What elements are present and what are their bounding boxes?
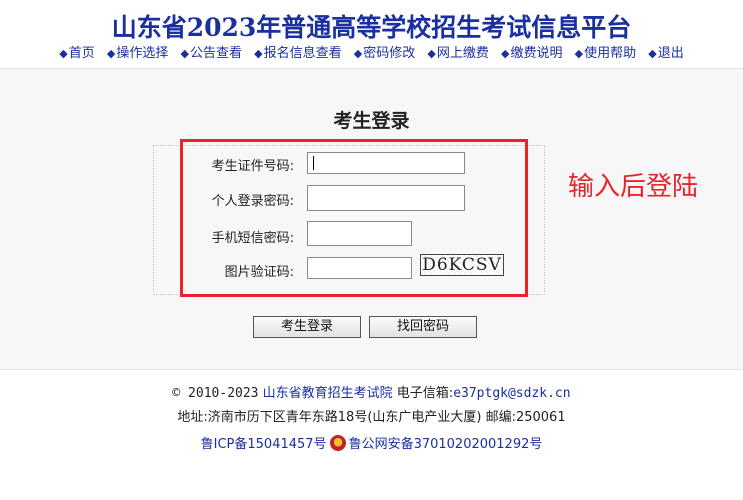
org-link[interactable]: 山东省教育招生考试院 xyxy=(263,386,393,401)
diamond-bullet-icon: ◆ xyxy=(574,47,584,60)
diamond-bullet-icon: ◆ xyxy=(501,47,510,60)
login-heading: 考生登录 xyxy=(333,110,410,132)
footer-registration-line: 鲁ICP备15041457号 鲁公网安备37010202001292号 xyxy=(0,433,743,452)
email-link[interactable]: e37ptgk@sdzk.cn xyxy=(453,386,570,401)
nav-home[interactable]: ◆首页 xyxy=(59,42,94,61)
nav-label: 操作选择 xyxy=(116,46,169,61)
footer-copyright-line: © 2010-2023 山东省教育招生考试院 电子信箱:e37ptgk@sdzk… xyxy=(0,382,743,401)
nav-label: 使用帮助 xyxy=(584,46,637,61)
nav-announcements[interactable]: ◆公告查看 xyxy=(181,42,242,61)
nav-label: 退出 xyxy=(657,46,684,61)
nav-logout[interactable]: ◆退出 xyxy=(648,42,683,61)
nav-label: 首页 xyxy=(68,46,95,61)
diamond-bullet-icon: ◆ xyxy=(648,47,657,60)
recover-password-button[interactable]: 找回密码 xyxy=(369,316,477,338)
sms-code-input[interactable] xyxy=(307,221,412,246)
diamond-bullet-icon: ◆ xyxy=(254,47,263,60)
footer-address: 地址:济南市历下区青年东路18号(山东广电产业大厦) 邮编:250061 xyxy=(177,410,566,425)
sms-code-label: 手机短信密码: xyxy=(211,231,294,246)
diamond-bullet-icon: ◆ xyxy=(59,47,68,60)
text-cursor xyxy=(313,156,314,170)
password-label: 个人登录密码: xyxy=(211,194,294,209)
nav-operation-select[interactable]: ◆操作选择 xyxy=(107,42,168,61)
nav-online-payment[interactable]: ◆网上缴费 xyxy=(427,42,488,61)
password-input[interactable] xyxy=(307,185,465,211)
diamond-bullet-icon: ◆ xyxy=(353,47,363,60)
nav-label: 网上缴费 xyxy=(436,46,489,61)
main-nav: ◆首页 ◆操作选择 ◆公告查看 ◆报名信息查看 ◆密码修改 ◆网上缴费 ◆缴费说… xyxy=(0,42,743,61)
diamond-bullet-icon: ◆ xyxy=(180,47,189,60)
nav-payment-guide[interactable]: ◆缴费说明 xyxy=(501,42,562,61)
id-number-input[interactable] xyxy=(307,152,465,174)
police-record-link[interactable]: 鲁公网安备37010202001292号 xyxy=(349,437,543,452)
icp-link[interactable]: 鲁ICP备15041457号 xyxy=(201,437,327,452)
nav-change-password[interactable]: ◆密码修改 xyxy=(354,42,415,61)
captcha-input[interactable] xyxy=(307,257,412,279)
email-label: 电子信箱: xyxy=(396,386,454,401)
login-button[interactable]: 考生登录 xyxy=(253,316,361,338)
captcha-label: 图片验证码: xyxy=(224,265,294,280)
nav-label: 公告查看 xyxy=(189,46,242,61)
id-number-label: 考生证件号码: xyxy=(211,159,294,174)
nav-help[interactable]: ◆使用帮助 xyxy=(575,42,636,61)
nav-label: 密码修改 xyxy=(363,46,416,61)
annotation-text: 输入后登陆 xyxy=(568,172,699,202)
nav-registration-info[interactable]: ◆报名信息查看 xyxy=(254,42,341,61)
police-emblem-icon xyxy=(329,435,346,451)
diamond-bullet-icon: ◆ xyxy=(106,47,116,60)
site-title: 山东省2023年普通高等学校招生考试信息平台 xyxy=(111,13,632,42)
captcha-image[interactable]: D6KCSV xyxy=(420,254,504,276)
copyright-text: © 2010-2023 xyxy=(172,386,259,401)
nav-label: 缴费说明 xyxy=(510,46,563,61)
diamond-bullet-icon: ◆ xyxy=(427,47,436,60)
nav-label: 报名信息查看 xyxy=(263,46,342,61)
